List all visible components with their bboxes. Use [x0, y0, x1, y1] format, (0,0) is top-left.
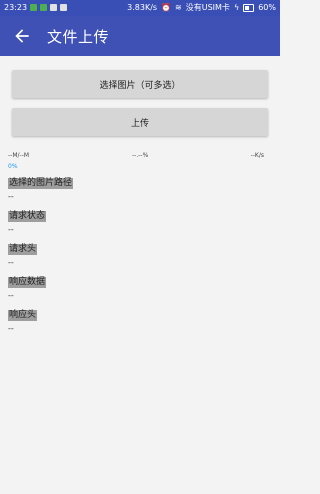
notification-app-icon	[30, 4, 38, 11]
status-right: 3.83K/s ⏰ ≋ 没有USIM卡 ϟ 60%	[127, 3, 276, 12]
progress-label: 0%	[8, 163, 18, 170]
upload-size: --M/--M	[8, 152, 30, 159]
upload-button[interactable]: 上传	[12, 108, 268, 136]
notification-app-icon	[60, 4, 68, 11]
wifi-icon: ≋	[175, 3, 182, 12]
alarm-icon: ⏰	[161, 3, 172, 12]
request-status-label: 请求状态	[8, 211, 47, 222]
page-title: 文件上传	[47, 28, 110, 46]
charging-icon: ϟ	[233, 3, 240, 12]
response-headers-value: --	[8, 324, 14, 333]
progress-info: --M/--M --.--% --K/s	[8, 152, 264, 162]
battery-fill	[245, 5, 250, 10]
carrier-text: 没有USIM卡	[185, 3, 230, 12]
selected-paths-label: 选择的图片路径	[8, 178, 74, 189]
pick-images-button[interactable]: 选择图片（可多选）	[12, 70, 268, 98]
upload-percent: --.--%	[132, 152, 149, 159]
request-headers-value: --	[8, 258, 14, 267]
selected-paths-value: --	[8, 192, 14, 201]
upload-speed: --K/s	[250, 152, 264, 159]
status-bar: 23:23 3.83K/s ⏰ ≋ 没有USIM卡 ϟ 60%	[0, 0, 280, 16]
back-arrow-icon[interactable]	[12, 26, 32, 46]
response-data-value: --	[8, 291, 14, 300]
status-left: 23:23	[4, 3, 68, 12]
request-headers-label: 请求头	[8, 244, 38, 255]
battery-percent: 60%	[258, 3, 276, 12]
response-headers-label: 响应头	[8, 310, 38, 321]
notification-app-icon	[40, 4, 48, 11]
response-data-label: 响应数据	[8, 277, 47, 288]
network-speed: 3.83K/s	[127, 3, 158, 12]
request-status-value: --	[8, 225, 14, 234]
notification-app-icon	[50, 4, 58, 11]
app-bar: 文件上传	[0, 16, 280, 56]
status-time: 23:23	[4, 3, 28, 12]
battery-icon	[243, 3, 255, 12]
